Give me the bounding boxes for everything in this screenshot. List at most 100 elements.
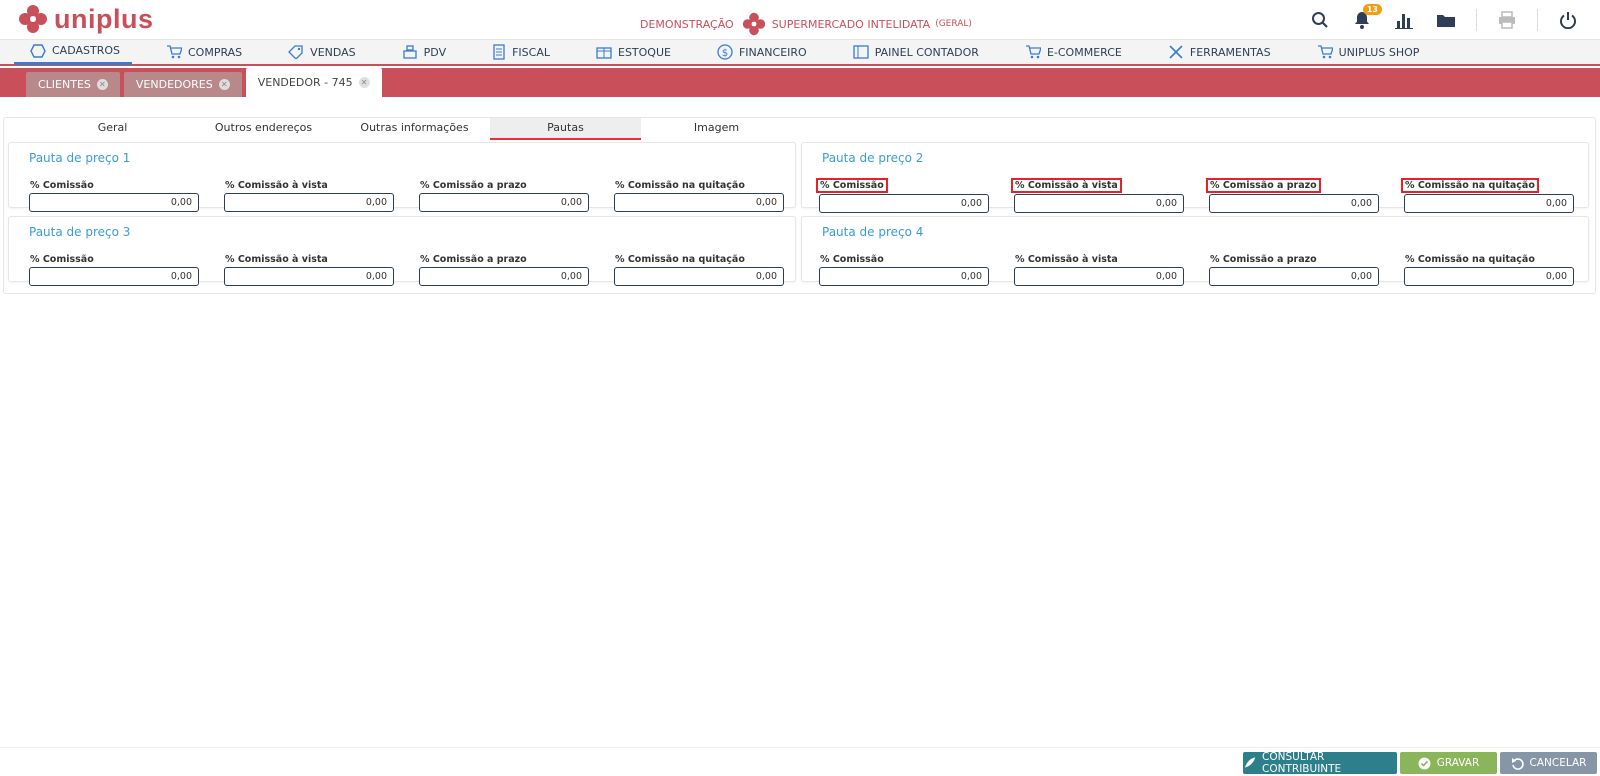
field-comissao: % Comissão [29,173,201,212]
field-label: % Comissão na quitação [615,180,745,191]
ledger-icon [853,45,869,59]
form-subtabs: Geral Outros endereços Outras informaçõe… [4,118,1595,140]
cart-icon [167,45,182,59]
comissao-vista-input[interactable] [224,193,394,212]
field-label: % Comissão [816,178,888,193]
company-flower-icon [742,12,765,36]
bar-chart-icon[interactable] [1392,8,1416,32]
field-comissao-vista: % Comissão à vista [224,173,396,212]
pauta-panel-3: Pauta de preço 3 % Comissão % Comissão à… [8,216,796,286]
check-circle-icon [1418,757,1431,769]
top-actions: 13 [1308,4,1580,32]
consultar-contribuinte-button[interactable]: CONSULTAR CONTRIBUINTE [1243,751,1397,775]
field-label: % Comissão à vista [1015,254,1118,265]
company-info[interactable]: DEMONSTRAÇÃO SUPERMERCADO INTELIDATA (GE… [640,11,972,37]
field-comissao-prazo: % Comissão a prazo [1209,247,1381,286]
menu-label: ESTOQUE [618,45,671,59]
field-label: % Comissão na quitação [1401,178,1539,193]
close-icon[interactable]: ✕ [358,77,370,88]
comissao-quitacao-input[interactable] [614,267,784,286]
panel-title: Pauta de preço 3 [29,225,131,239]
power-icon[interactable] [1556,8,1580,32]
subtab-outras-informacoes[interactable]: Outras informações [339,118,490,140]
comissao-prazo-input[interactable] [1209,267,1379,286]
menu-vendas[interactable]: VENDAS [272,39,368,65]
comissao-input[interactable] [819,194,989,213]
close-icon[interactable]: ✕ [96,79,108,90]
doc-tab-label: VENDEDORES [135,78,213,91]
folder-icon[interactable] [1434,8,1458,32]
menu-financeiro[interactable]: $ FINANCEIRO [701,39,819,65]
comissao-vista-input[interactable] [1014,267,1184,286]
comissao-vista-input[interactable] [1014,194,1184,213]
field-label: % Comissão [30,254,94,265]
comissao-quitacao-input[interactable] [614,193,784,212]
menu-label: PDV [423,45,447,59]
uniplus-flower-icon [19,5,47,33]
document-tabs: CLIENTES ✕ VENDEDORES ✕ VENDEDOR - 745 ✕ [0,68,1600,97]
doc-tab-vendedor-745[interactable]: VENDEDOR - 745 ✕ [245,68,382,97]
document-icon [493,44,505,60]
button-label: GRAVAR [1436,757,1480,769]
field-label: % Comissão [820,254,884,265]
menu-cadastros[interactable]: CADASTROS [14,39,132,65]
menu-fiscal[interactable]: FISCAL [476,39,562,65]
comissao-input[interactable] [29,267,199,286]
doc-tab-vendedores[interactable]: VENDEDORES ✕ [123,72,242,97]
search-icon[interactable] [1308,8,1332,32]
mode-label: DEMONSTRAÇÃO [640,17,734,31]
notifications-bell-icon[interactable]: 13 [1350,4,1382,32]
subtab-pautas[interactable]: Pautas [490,118,641,140]
uniplus-logo[interactable]: uniplus [18,3,154,35]
field-comissao-quitacao: % Comissão na quitação [1401,173,1574,213]
comissao-input[interactable] [819,267,989,286]
menu-uniplus-shop[interactable]: UNIPLUS SHOP [1301,39,1432,65]
field-label: % Comissão a prazo [420,254,527,265]
menu-label: FISCAL [512,45,550,59]
doc-tab-label: VENDEDOR - 745 [257,76,353,89]
menu-pdv[interactable]: PDV [386,39,458,65]
tools-icon [1169,45,1183,59]
divider [1537,9,1538,31]
comissao-input[interactable] [29,193,199,212]
field-comissao: % Comissão [29,247,201,286]
brand-name: uniplus [54,3,154,34]
subtab-outros-enderecos[interactable]: Outros endereços [188,118,339,140]
menu-label: PAINEL CONTADOR [874,45,979,59]
menu-ferramentas[interactable]: FERRAMENTAS [1152,39,1283,65]
comissao-quitacao-input[interactable] [1404,267,1574,286]
field-label: % Comissão a prazo [420,180,527,191]
subtab-geral[interactable]: Geral [37,118,188,140]
footer-actions: CONSULTAR CONTRIBUINTE GRAVAR CANCELAR [0,747,1600,776]
menu-painel-contador[interactable]: PAINEL CONTADOR [837,39,991,65]
field-label: % Comissão na quitação [1405,254,1535,265]
doc-tab-clientes[interactable]: CLIENTES ✕ [26,72,120,97]
gravar-button[interactable]: GRAVAR [1400,752,1497,774]
comissao-prazo-input[interactable] [419,267,589,286]
panel-title: Pauta de preço 4 [822,225,924,239]
print-icon[interactable] [1495,8,1519,32]
field-label: % Comissão a prazo [1206,178,1321,193]
field-label: % Comissão a prazo [1210,254,1317,265]
field-label: % Comissão [30,180,94,191]
subtab-imagem[interactable]: Imagem [641,118,792,140]
cancelar-button[interactable]: CANCELAR [1500,752,1597,774]
field-comissao-prazo: % Comissão a prazo [419,247,591,286]
doc-tab-label: CLIENTES [38,78,91,91]
close-icon[interactable]: ✕ [218,79,230,90]
comissao-quitacao-input[interactable] [1404,194,1574,213]
field-comissao-quitacao: % Comissão na quitação [1404,247,1576,286]
main-menu: CADASTROS COMPRAS VENDAS PDV FISCAL ESTO… [0,40,1600,66]
comissao-vista-input[interactable] [224,267,394,286]
field-label: % Comissão à vista [1011,178,1122,193]
menu-label: FINANCEIRO [738,45,807,59]
menu-e-commerce[interactable]: E-COMMERCE [1009,39,1134,65]
comissao-prazo-input[interactable] [419,193,589,212]
menu-label: CADASTROS [52,44,120,57]
comissao-prazo-input[interactable] [1209,194,1379,213]
pauta-panel-2: Pauta de preço 2 % Comissão % Comissão à… [801,142,1589,213]
menu-estoque[interactable]: ESTOQUE [580,39,683,65]
field-label: % Comissão à vista [225,180,328,191]
field-label: % Comissão à vista [225,254,328,265]
menu-compras[interactable]: COMPRAS [150,39,254,65]
